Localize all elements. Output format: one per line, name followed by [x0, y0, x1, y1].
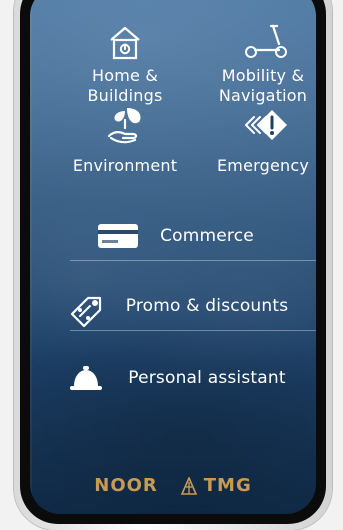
promo-label: Promo & discounts	[125, 296, 289, 316]
plant-hand-icon	[99, 102, 151, 148]
home-building-icon	[103, 22, 147, 62]
menu-content: Home & Buildings Mobility & Navigation E…	[30, 0, 316, 514]
assistant-label: Personal assistant	[128, 368, 286, 388]
phone-bezel: Home & Buildings Mobility & Navigation E…	[20, 0, 326, 524]
warning-diamond-icon	[232, 102, 294, 148]
tile-emergency-label: Emergency	[216, 156, 310, 175]
tile-mobility-navigation[interactable]: Mobility & Navigation	[188, 22, 316, 106]
tile-emergency[interactable]: Emergency	[188, 102, 316, 176]
tile-home-buildings[interactable]: Home & Buildings	[50, 22, 200, 106]
tile-home-buildings-label: Home & Buildings	[87, 66, 163, 105]
commerce-label: Commerce	[160, 226, 254, 246]
tile-mobility-navigation-label: Mobility & Navigation	[218, 66, 308, 105]
assistant-row[interactable]: Personal assistant	[30, 358, 316, 398]
tile-environment[interactable]: Environment	[50, 102, 200, 176]
brand-noor: NOOR	[94, 475, 158, 496]
tile-environment-label: Environment	[72, 156, 178, 175]
commerce-row[interactable]: Commerce	[30, 216, 316, 256]
phone-frame: Home & Buildings Mobility & Navigation E…	[14, 0, 332, 530]
tag-icon	[58, 284, 110, 328]
brand-tmg: TMG	[180, 475, 252, 496]
brand-tmg-text: TMG	[203, 475, 252, 496]
scooter-icon	[233, 22, 293, 62]
divider-2	[70, 330, 316, 331]
divider-1	[70, 260, 316, 261]
app-screen: Home & Buildings Mobility & Navigation E…	[30, 0, 316, 514]
service-bell-icon	[60, 360, 112, 396]
promo-row[interactable]: Promo & discounts	[30, 284, 316, 328]
tmg-logo-icon	[180, 476, 198, 495]
card-icon	[92, 218, 144, 254]
branding: NOOR TMG	[30, 475, 316, 496]
